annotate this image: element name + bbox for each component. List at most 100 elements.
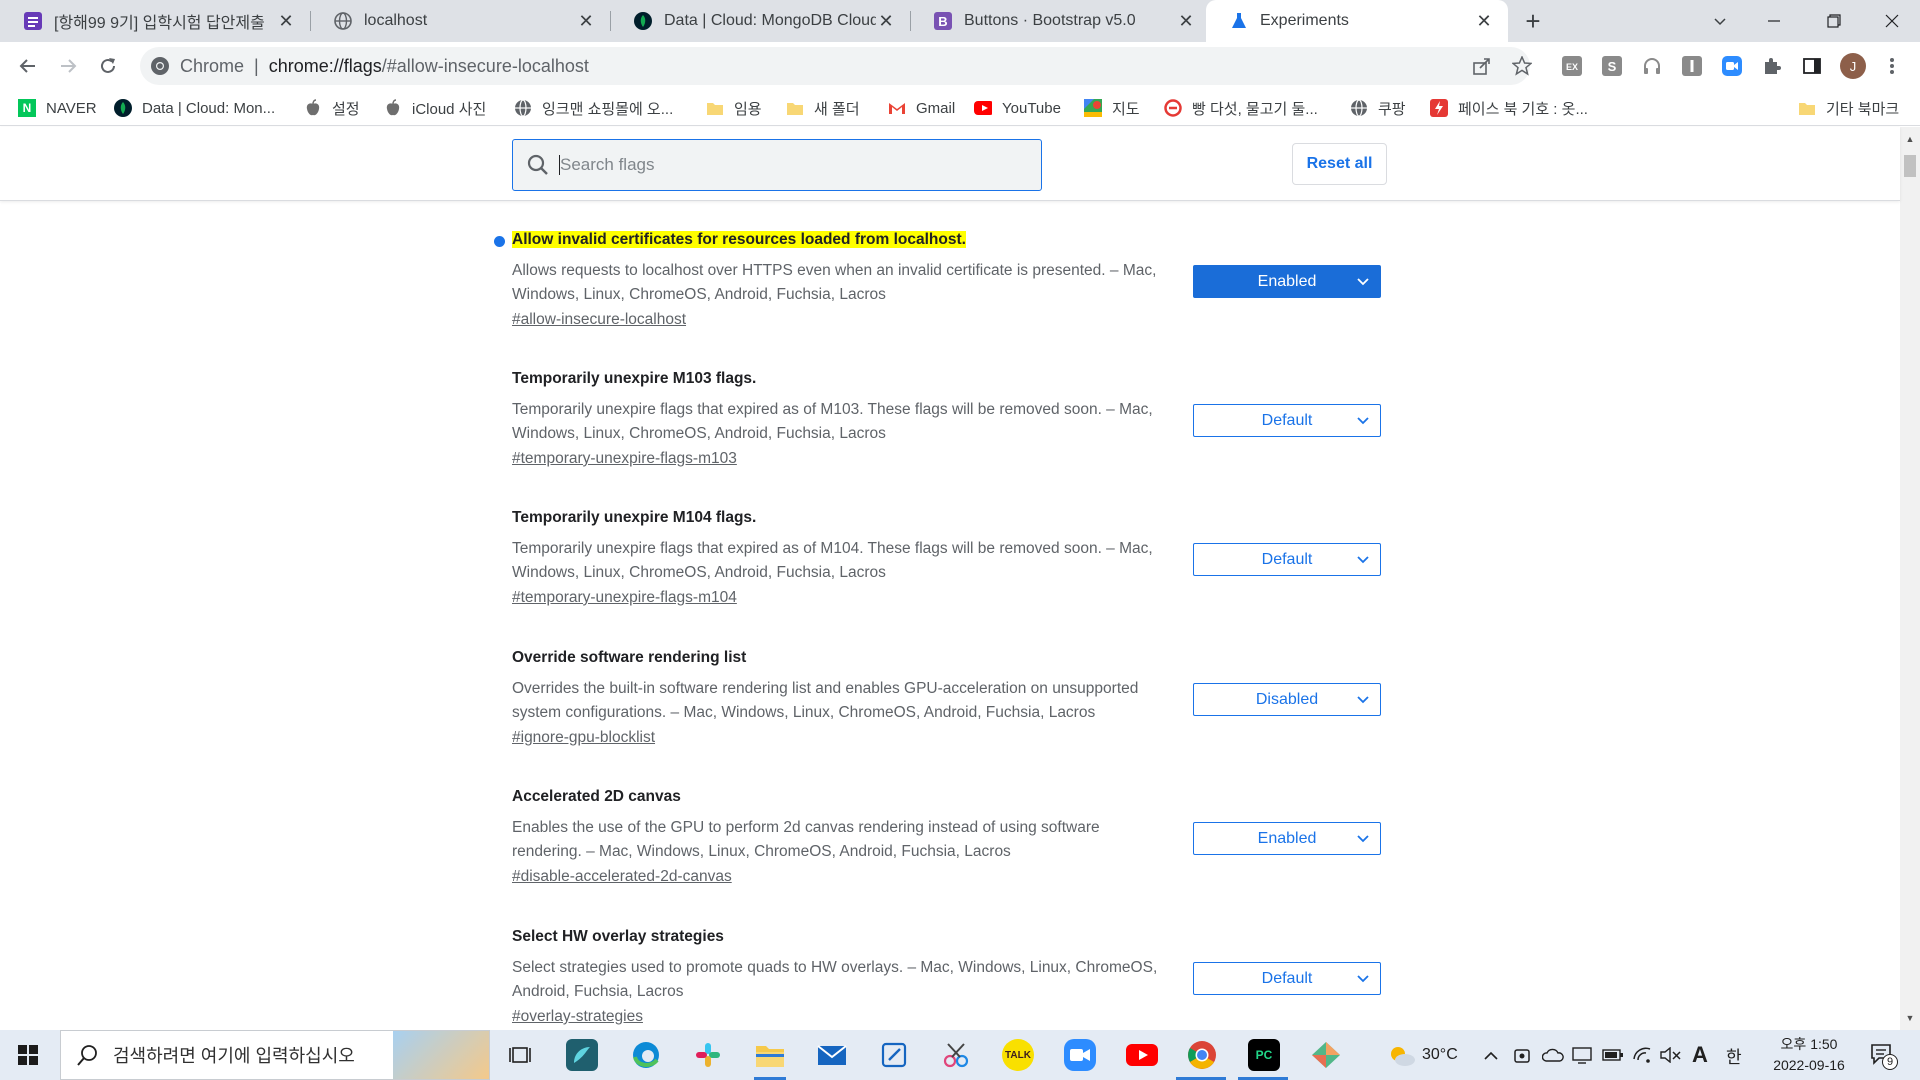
close-icon[interactable]: ✕ [876, 11, 896, 31]
snipping-tool-icon[interactable] [940, 1039, 972, 1071]
close-window-button[interactable] [1864, 0, 1920, 42]
back-button[interactable] [12, 50, 44, 82]
extension-zoom-button[interactable] [1720, 54, 1744, 78]
font-a-icon[interactable]: A [1692, 1030, 1708, 1080]
forward-button[interactable] [52, 50, 84, 82]
pycharm-icon[interactable]: PC [1248, 1039, 1280, 1071]
slack-icon[interactable] [692, 1039, 724, 1071]
flag-state-select[interactable]: Default [1193, 543, 1381, 576]
page-scrollbar[interactable]: ▲ ▼ [1900, 127, 1920, 1030]
new-tab-button[interactable]: + [1518, 6, 1548, 36]
bookmark-bread[interactable]: 빵 다섯, 물고기 둘... [1164, 95, 1318, 121]
flag-permalink[interactable]: #allow-insecure-localhost [512, 311, 1382, 329]
restore-button[interactable] [1806, 0, 1862, 42]
bookmark-coupang[interactable]: 쿠팡 [1350, 95, 1406, 121]
notes-app-icon[interactable] [878, 1039, 910, 1071]
side-panel-button[interactable] [1800, 54, 1824, 78]
bookmark-settings[interactable]: 설정 [304, 95, 360, 121]
extensions-menu-button[interactable] [1760, 54, 1784, 78]
youtube-icon[interactable] [1126, 1039, 1158, 1071]
minimize-button[interactable] [1746, 0, 1802, 42]
bookmark-youtube[interactable]: YouTube [974, 95, 1061, 121]
reload-button[interactable] [92, 50, 124, 82]
tab-title: Experiments [1260, 12, 1349, 29]
search-input[interactable]: Search flags [512, 139, 1042, 191]
bookmark-naver[interactable]: N NAVER [18, 95, 97, 121]
weather-widget[interactable]: 30°C [1386, 1030, 1458, 1080]
windows-start-button[interactable] [18, 1045, 38, 1070]
taskbar-search-input[interactable]: 검색하려면 여기에 입력하십시오 [60, 1030, 490, 1080]
tab-experiments[interactable]: Experiments ✕ [1206, 0, 1508, 42]
flag-state-value: Disabled [1255, 690, 1319, 708]
flag-ignore-gpu-blocklist: Override software rendering list Overrid… [512, 649, 1382, 747]
close-icon[interactable]: ✕ [1176, 11, 1196, 31]
file-explorer-icon[interactable] [754, 1039, 786, 1071]
flag-state-select[interactable]: Enabled [1193, 822, 1381, 855]
profile-avatar[interactable]: J [1840, 53, 1866, 79]
bookmark-facebook-symbol[interactable]: 페이스 북 기호 : 옷... [1430, 95, 1588, 121]
display-icon[interactable] [1572, 1030, 1592, 1080]
bookmark-icloud[interactable]: iCloud 사진 [384, 95, 486, 121]
extension-headphone-button[interactable] [1640, 54, 1664, 78]
flag-permalink[interactable]: #temporary-unexpire-flags-m104 [512, 589, 1382, 607]
tab-localhost[interactable]: localhost ✕ [310, 0, 610, 42]
bookmark-other-folder[interactable]: 기타 북마크 [1798, 95, 1899, 121]
folder-icon [1798, 99, 1816, 117]
flag-state-select[interactable]: Disabled [1193, 683, 1381, 716]
tab-bootstrap[interactable]: B Buttons · Bootstrap v5.0 ✕ [910, 0, 1210, 42]
flag-description: Temporarily unexpire flags that expired … [512, 401, 1153, 442]
ime-indicator[interactable]: 한 [1726, 1030, 1742, 1080]
flag-state-select[interactable]: Enabled [1193, 265, 1381, 298]
tab-search-button[interactable] [1692, 0, 1748, 42]
bookmark-folder-new[interactable]: 새 폴더 [786, 95, 860, 121]
battery-icon[interactable] [1602, 1030, 1624, 1080]
headphone-icon [1644, 58, 1660, 74]
mail-icon[interactable] [816, 1039, 848, 1071]
onedrive-icon[interactable] [1542, 1030, 1564, 1080]
wifi-icon[interactable] [1632, 1030, 1652, 1080]
flag-permalink[interactable]: #ignore-gpu-blocklist [512, 729, 1382, 747]
flag-state-select[interactable]: Default [1193, 962, 1381, 995]
tab-mongodb[interactable]: Data | Cloud: MongoDB Cloud ✕ [610, 0, 910, 42]
taskbar-gem-icon[interactable] [1310, 1039, 1342, 1071]
scroll-down-arrow-icon[interactable]: ▼ [1900, 1010, 1920, 1026]
zoom-icon[interactable] [1064, 1039, 1096, 1071]
bookmark-gmail[interactable]: Gmail [888, 95, 955, 121]
flags-list: Allow invalid certificates for resources… [0, 201, 1900, 1030]
flag-permalink[interactable]: #overlay-strategies [512, 1008, 1382, 1026]
taskbar-app-icon[interactable] [566, 1039, 598, 1071]
bookmark-folder-imyong[interactable]: 임용 [706, 95, 762, 121]
address-bar[interactable]: Chrome | chrome://flags/#allow-insecure-… [140, 47, 1530, 85]
tray-app-icon[interactable] [1514, 1030, 1530, 1080]
system-clock[interactable]: 오후 1:50 2022-09-16 [1754, 1034, 1864, 1076]
share-button[interactable] [1470, 54, 1494, 78]
extension-s-button[interactable]: S [1600, 54, 1624, 78]
flag-permalink[interactable]: #temporary-unexpire-flags-m103 [512, 450, 1382, 468]
scrollbar-thumb[interactable] [1904, 155, 1916, 177]
reset-all-button[interactable]: Reset all [1292, 143, 1387, 185]
close-icon[interactable]: ✕ [576, 11, 596, 31]
scroll-up-arrow-icon[interactable]: ▲ [1900, 131, 1920, 147]
extension-i-button[interactable] [1680, 54, 1704, 78]
extension-ex-button[interactable]: EX [1560, 54, 1584, 78]
show-hidden-icons-button[interactable] [1484, 1030, 1498, 1080]
tab-exam-form[interactable]: [항해99 9기] 입학시험 답안제출 ✕ [0, 0, 310, 42]
close-icon[interactable]: ✕ [276, 11, 296, 31]
chrome-menu-button[interactable] [1880, 54, 1904, 78]
flag-permalink[interactable]: #disable-accelerated-2d-canvas [512, 868, 1382, 886]
bookmark-star-button[interactable] [1510, 54, 1534, 78]
close-icon [1885, 14, 1899, 28]
i-extension-icon [1682, 56, 1702, 76]
edge-icon[interactable] [630, 1039, 662, 1071]
bookmark-mongodb[interactable]: Data | Cloud: Mon... [114, 95, 275, 121]
chrome-icon[interactable] [1186, 1039, 1218, 1071]
bookmark-label: Data | Cloud: Mon... [142, 99, 276, 117]
notification-center-button[interactable]: 9 [1870, 1030, 1898, 1080]
bookmark-maps[interactable]: 지도 [1084, 95, 1140, 121]
flag-state-select[interactable]: Default [1193, 404, 1381, 437]
volume-muted-icon[interactable] [1660, 1030, 1682, 1080]
kakaotalk-icon[interactable]: TALK [1002, 1039, 1034, 1071]
bookmark-inkman[interactable]: 잉크맨 쇼핑몰에 오... [514, 95, 673, 121]
close-icon[interactable]: ✕ [1474, 11, 1494, 31]
task-view-icon[interactable] [504, 1039, 536, 1071]
